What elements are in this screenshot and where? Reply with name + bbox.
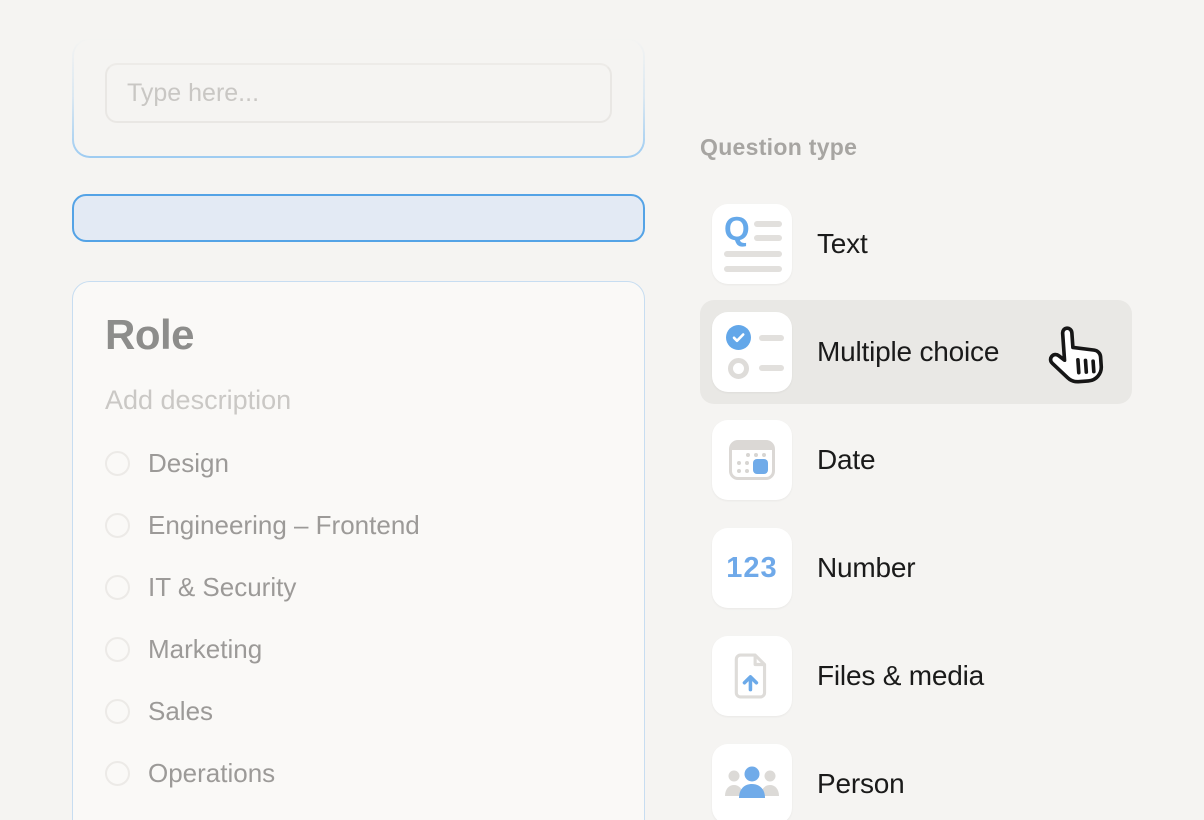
question-type-menu: Q Text Multiple choice <box>700 192 1132 820</box>
insertion-placeholder <box>72 194 645 242</box>
radio-icon[interactable] <box>105 699 130 724</box>
menu-item-label: Date <box>817 444 875 476</box>
radio-icon[interactable] <box>105 513 130 538</box>
text-question-icon: Q <box>712 204 792 284</box>
option-label: IT & Security <box>148 572 296 603</box>
answer-input[interactable]: Type here... <box>105 63 612 123</box>
option-label: Engineering – Frontend <box>148 510 420 541</box>
person-icon <box>712 744 792 820</box>
option-label: Design <box>148 448 229 479</box>
radio-icon[interactable] <box>105 761 130 786</box>
menu-item-label: Text <box>817 228 868 260</box>
check-circle-icon <box>726 325 751 350</box>
role-question-card[interactable]: Role Add description Design Engineering … <box>72 281 645 820</box>
radio-icon[interactable] <box>105 451 130 476</box>
question-title[interactable]: Role <box>105 310 612 360</box>
q-letter: Q <box>724 212 750 245</box>
question-type-heading: Question type <box>700 134 857 161</box>
option-row[interactable]: Design <box>105 448 612 479</box>
option-row[interactable]: Operations <box>105 758 612 789</box>
calendar-icon <box>712 420 792 500</box>
form-builder-screen: Type here... Role Add description Design… <box>0 0 1204 820</box>
hand-cursor <box>1042 321 1111 393</box>
123-glyph: 123 <box>712 528 792 608</box>
question-type-option-number[interactable]: 123 Number <box>700 516 1132 620</box>
calendar-day-square <box>753 459 768 474</box>
file-upload-icon <box>712 636 792 716</box>
option-label: Operations <box>148 758 275 789</box>
option-label: Marketing <box>148 634 262 665</box>
menu-item-label: Multiple choice <box>817 336 999 368</box>
question-type-option-files-media[interactable]: Files & media <box>700 624 1132 728</box>
radio-icon[interactable] <box>105 637 130 662</box>
question-type-option-person[interactable]: Person <box>700 732 1132 820</box>
question-type-option-date[interactable]: Date <box>700 408 1132 512</box>
menu-item-label: Files & media <box>817 660 984 692</box>
radio-icon[interactable] <box>105 575 130 600</box>
menu-item-label: Number <box>817 552 915 584</box>
option-label: Sales <box>148 696 213 727</box>
option-row[interactable]: Marketing <box>105 634 612 665</box>
options-list: Design Engineering – Frontend IT & Secur… <box>105 448 612 820</box>
answer-input-placeholder: Type here... <box>127 79 259 108</box>
option-row[interactable]: IT & Security <box>105 572 612 603</box>
radio-circle-icon <box>728 358 749 379</box>
text-question-card[interactable]: Type here... <box>72 38 645 158</box>
question-type-option-text[interactable]: Q Text <box>700 192 1132 296</box>
option-row[interactable]: Engineering – Frontend <box>105 510 612 541</box>
multiple-choice-icon <box>712 312 792 392</box>
menu-item-label: Person <box>817 768 905 800</box>
question-description-placeholder[interactable]: Add description <box>105 384 612 416</box>
number-123-icon: 123 <box>712 528 792 608</box>
option-row[interactable]: Sales <box>105 696 612 727</box>
